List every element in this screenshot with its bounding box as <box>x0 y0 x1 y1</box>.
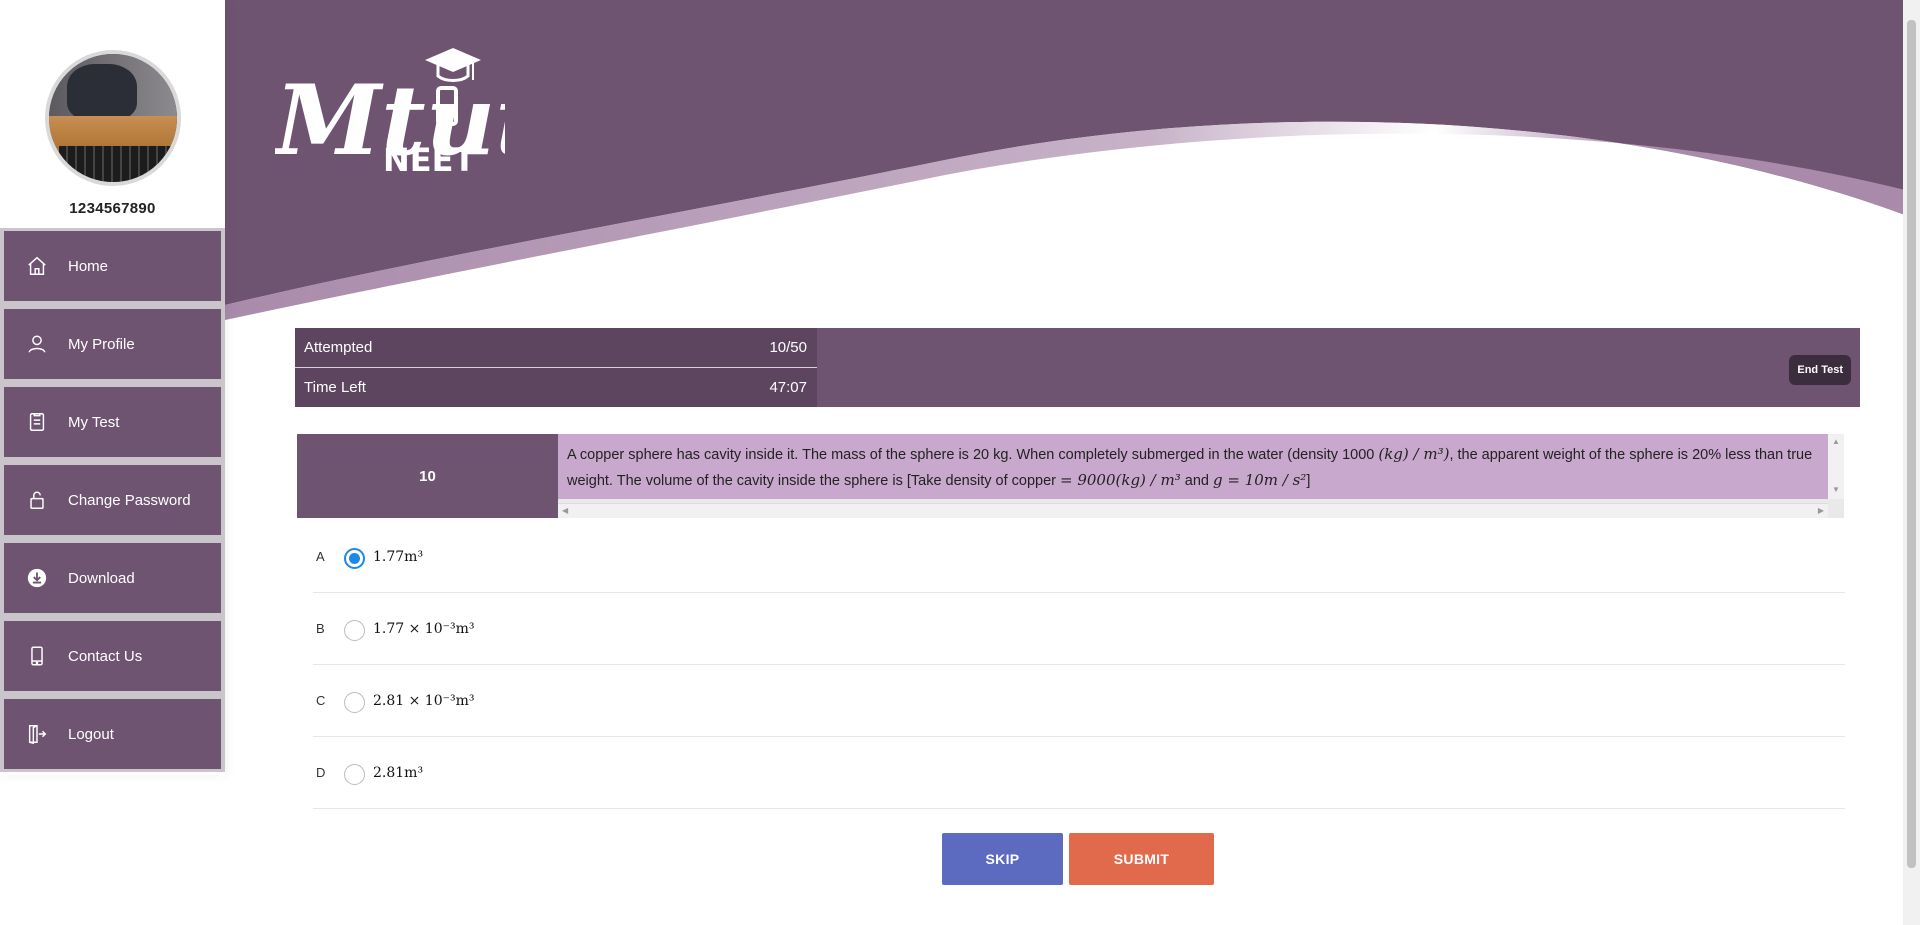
option-d[interactable]: D 2.81m³ <box>313 737 1845 809</box>
sidebar-item-label: Contact Us <box>68 647 143 665</box>
sidebar-item-change-password[interactable]: Change Password <box>4 465 221 535</box>
avatar-headphones <box>66 64 137 120</box>
option-text: 2.81m³ <box>373 764 424 781</box>
sidebar-item-home[interactable]: Home <box>4 231 221 301</box>
attempted-label: Attempted <box>304 339 373 356</box>
logout-icon <box>26 723 48 745</box>
skip-button[interactable]: SKIP <box>942 833 1063 885</box>
option-c-radio[interactable] <box>344 692 365 713</box>
time-left-value: 47:07 <box>769 379 807 396</box>
option-text: 2.81 × 10⁻³m³ <box>373 692 475 709</box>
question-text-part: A copper sphere has cavity inside it. Th… <box>567 447 1379 463</box>
page-scrollbar[interactable] <box>1903 0 1920 925</box>
time-left-row: Time Left 47:07 <box>295 367 817 407</box>
option-c[interactable]: C 2.81 × 10⁻³m³ <box>313 665 1845 737</box>
option-a-radio[interactable] <box>344 548 365 569</box>
test-status-bar: Attempted 10/50 Time Left 47:07 End Test <box>295 328 1860 407</box>
sidebar: 1234567890 Home My Profile My Test Chang… <box>0 0 225 775</box>
question-text-part: ] <box>1306 473 1311 489</box>
logo-subtitle: NEET <box>383 141 476 176</box>
question-horizontal-scrollbar[interactable]: ◀ ▶ <box>558 503 1828 518</box>
option-letter: A <box>316 549 325 564</box>
question-text: A copper sphere has cavity inside it. Th… <box>558 434 1828 499</box>
page-scrollbar-thumb[interactable] <box>1907 20 1916 868</box>
scroll-up-arrow-icon[interactable]: ▲ <box>1832 437 1840 446</box>
time-left-label: Time Left <box>304 379 366 396</box>
question-number: 10 <box>297 434 558 518</box>
test-icon <box>26 411 48 433</box>
option-letter: D <box>316 765 326 780</box>
question-math: = 9000(kg) / m³ <box>1060 471 1181 489</box>
scroll-down-arrow-icon[interactable]: ▼ <box>1832 485 1840 494</box>
option-a[interactable]: A 1.77m³ <box>313 521 1845 593</box>
lock-icon <box>26 489 48 511</box>
sidebar-nav: Home My Profile My Test Change Password <box>0 228 225 772</box>
sidebar-item-label: Change Password <box>68 491 191 509</box>
sidebar-item-label: My Test <box>68 413 120 431</box>
avatar[interactable] <box>44 50 181 186</box>
sidebar-item-my-test[interactable]: My Test <box>4 387 221 457</box>
home-icon <box>26 255 48 277</box>
sidebar-item-contact-us[interactable]: Contact Us <box>4 621 221 691</box>
sidebar-item-label: Logout <box>68 725 114 743</box>
submit-button[interactable]: SUBMIT <box>1069 833 1214 885</box>
attempted-row: Attempted 10/50 <box>295 328 817 367</box>
sidebar-item-my-profile[interactable]: My Profile <box>4 309 221 379</box>
mtutor-logo: Mtutor NEET <box>275 48 505 176</box>
sidebar-item-label: Download <box>68 569 135 587</box>
option-d-radio[interactable] <box>344 764 365 785</box>
answer-options: A 1.77m³ B 1.77 × 10⁻³m³ C 2.81 × 10⁻³m³… <box>313 521 1845 809</box>
phone-icon <box>26 645 48 667</box>
end-test-button[interactable]: End Test <box>1789 355 1851 385</box>
download-icon <box>26 567 48 589</box>
avatar-keyboard <box>58 146 177 182</box>
question-text-part: and <box>1180 473 1213 489</box>
option-text: 1.77m³ <box>373 548 424 565</box>
option-text: 1.77 × 10⁻³m³ <box>373 620 475 637</box>
question-math: g = 10m / s² <box>1212 471 1307 489</box>
scroll-left-arrow-icon[interactable]: ◀ <box>562 506 568 515</box>
app-root: 1234567890 Home My Profile My Test Chang… <box>0 0 1920 925</box>
sidebar-item-label: Home <box>68 257 109 275</box>
option-letter: B <box>316 621 325 636</box>
sidebar-item-download[interactable]: Download <box>4 543 221 613</box>
sidebar-item-logout[interactable]: Logout <box>4 699 221 769</box>
sidebar-item-label: My Profile <box>68 335 135 353</box>
question-block: 10 A copper sphere has cavity inside it.… <box>297 434 1844 518</box>
profile-section: 1234567890 <box>0 0 225 228</box>
attempted-value: 10/50 <box>769 339 807 356</box>
action-buttons: SKIP SUBMIT <box>942 833 1214 885</box>
scroll-right-arrow-icon[interactable]: ▶ <box>1818 506 1824 515</box>
username: 1234567890 <box>69 200 156 217</box>
user-icon <box>26 333 48 355</box>
question-math: (kg) / m³) <box>1378 445 1450 463</box>
question-vertical-scrollbar[interactable]: ▲ ▼ <box>1828 434 1844 499</box>
option-b-radio[interactable] <box>344 620 365 641</box>
status-table: Attempted 10/50 Time Left 47:07 <box>295 328 817 407</box>
question-text-container[interactable]: A copper sphere has cavity inside it. Th… <box>558 434 1844 518</box>
option-letter: C <box>316 693 326 708</box>
option-b[interactable]: B 1.77 × 10⁻³m³ <box>313 593 1845 665</box>
